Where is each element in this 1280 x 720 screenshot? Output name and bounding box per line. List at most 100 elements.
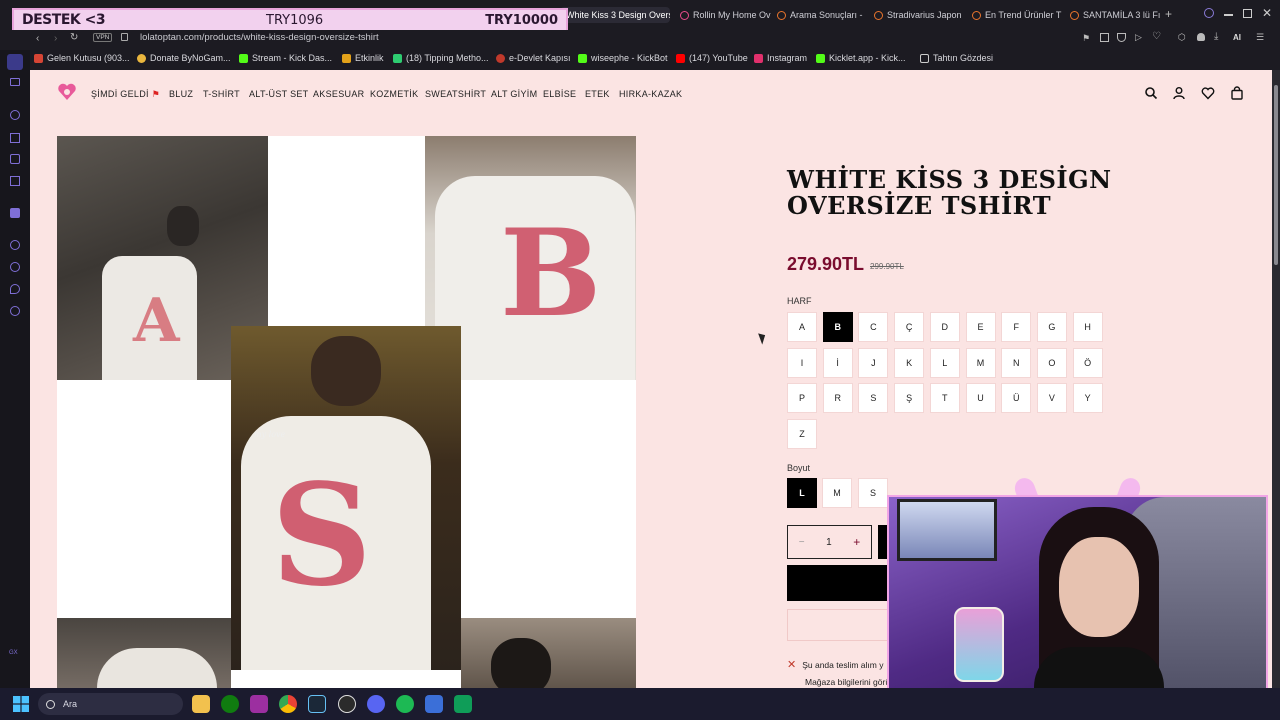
letter-option[interactable]: C	[858, 312, 889, 342]
xbox-icon[interactable]	[221, 695, 239, 713]
tab-white-kiss[interactable]: White Kiss 3 Design Overs	[560, 7, 670, 23]
buy-now-button[interactable]	[787, 565, 897, 601]
obs-icon[interactable]	[338, 695, 356, 713]
account-icon[interactable]	[1172, 86, 1186, 100]
cart-bag-icon[interactable]	[1230, 86, 1244, 100]
snapshot-icon[interactable]	[1100, 33, 1109, 42]
nav-elbise[interactable]: ELBİSE	[543, 89, 576, 99]
store-logo[interactable]	[57, 82, 77, 102]
file-explorer-icon[interactable]	[192, 695, 210, 713]
profile-icon[interactable]	[1197, 33, 1205, 41]
store-info-link[interactable]: Mağaza bilgilerini görü	[805, 677, 890, 687]
messages-icon[interactable]	[10, 78, 20, 86]
letter-option[interactable]: O	[1036, 347, 1067, 378]
bookmark-kickbot[interactable]: wiseephe - KickBot	[578, 53, 668, 63]
letter-option[interactable]: V	[1036, 383, 1067, 413]
mail-icon[interactable]	[10, 176, 20, 186]
nav-alt-giyim[interactable]: ALT GİYİM	[491, 89, 537, 99]
clock-icon[interactable]	[10, 262, 20, 272]
opera-gx-icon[interactable]	[250, 695, 268, 713]
bookmark-gmail[interactable]: Gelen Kutusu (903...	[34, 53, 130, 63]
shield-icon[interactable]	[1117, 33, 1126, 42]
nav-hirka-kazak[interactable]: HIRKA-KAZAK	[619, 89, 682, 99]
maximize-icon[interactable]	[1243, 9, 1252, 18]
bookmark-instagram[interactable]: Instagram	[754, 53, 807, 63]
letter-option[interactable]: B	[822, 312, 853, 342]
tab-stradivarius[interactable]: Stradivarius Japon	[874, 7, 966, 23]
settings-icon[interactable]	[10, 306, 20, 316]
extensions-icon[interactable]: ⬡	[1178, 32, 1186, 43]
tab-santamila[interactable]: SANTAMİLA 3 lü Fı	[1070, 7, 1160, 23]
download-icon[interactable]: ⤓	[1214, 31, 1218, 42]
nav-etek[interactable]: ETEK	[585, 89, 610, 99]
search-icon[interactable]	[1144, 86, 1158, 100]
vpn-badge[interactable]: VPN	[93, 33, 113, 42]
letter-option[interactable]: H	[1072, 312, 1103, 342]
scrollbar-thumb[interactable]	[1274, 85, 1278, 265]
close-window-icon[interactable]: ✕	[1262, 6, 1272, 20]
letter-option[interactable]: Z	[787, 418, 817, 449]
nav-simdi-geldi[interactable]: ŞİMDİ GELDİ ⚑	[91, 89, 160, 100]
quantity-value[interactable]: 1	[826, 537, 832, 548]
letter-option[interactable]: F	[1001, 312, 1032, 342]
chat-icon[interactable]	[10, 284, 20, 294]
letter-option[interactable]: Ç	[894, 312, 925, 342]
letter-option[interactable]: P	[787, 383, 817, 413]
size-option-m[interactable]: M	[822, 478, 852, 508]
product-photo-bottom-left[interactable]	[57, 618, 231, 688]
letter-option[interactable]: N	[1001, 347, 1032, 378]
letter-option[interactable]: U	[965, 383, 996, 413]
player-icon[interactable]	[10, 240, 20, 250]
spotify-icon[interactable]	[396, 695, 414, 713]
letter-option[interactable]: Ö	[1072, 347, 1103, 378]
bookmark-kick-stream[interactable]: Stream - Kick Das...	[239, 53, 332, 63]
quantity-increase-button[interactable]: +	[853, 535, 860, 549]
letter-option[interactable]: G	[1036, 312, 1067, 342]
tab-rollin[interactable]: Rollin My Home Ov	[680, 7, 775, 23]
bookmark-etkinlik[interactable]: Etkinlik	[342, 53, 384, 63]
nav-tshirt[interactable]: T-SHİRT	[203, 89, 240, 99]
nav-bluz[interactable]: BLUZ	[169, 89, 193, 99]
letter-option[interactable]: D	[929, 312, 960, 342]
letter-option[interactable]: E	[965, 312, 996, 342]
letter-option[interactable]: İ	[822, 347, 853, 378]
ai-button[interactable]: AI	[1233, 33, 1241, 42]
letter-option[interactable]: S	[858, 383, 889, 413]
bookmark-kicklet[interactable]: Kicklet.app - Kick...	[816, 53, 906, 63]
search-tabs-icon[interactable]	[1204, 8, 1214, 18]
heart-outline-icon[interactable]: ♡	[1152, 31, 1161, 42]
discord-icon[interactable]	[367, 695, 385, 713]
bookmark-edevlet[interactable]: e-Devlet Kapısı	[496, 53, 571, 63]
letter-option[interactable]: Ş	[894, 383, 925, 413]
letter-option[interactable]: L	[929, 347, 960, 378]
bookmark-donate[interactable]: Donate ByNoGam...	[137, 53, 231, 63]
product-photo-letter-s[interactable]: S my love	[231, 326, 461, 670]
bookmark-tipping[interactable]: (18) Tipping Metho...	[393, 53, 489, 63]
size-option-s[interactable]: S	[858, 478, 888, 508]
gx-icon[interactable]: GX	[9, 650, 18, 656]
wishlist-heart-icon[interactable]	[1201, 86, 1215, 100]
back-icon[interactable]: ‹	[36, 33, 39, 44]
letter-option[interactable]: M	[965, 347, 996, 378]
letter-option[interactable]: A	[787, 312, 817, 342]
letter-option[interactable]: Y	[1072, 383, 1103, 413]
letter-option[interactable]: R	[822, 383, 853, 413]
nav-alt-ust-set[interactable]: ALT-ÜST SET	[249, 89, 308, 99]
bookmark-tahtin[interactable]: Tahtın Gözdesi	[920, 53, 993, 63]
forward-icon[interactable]: ›	[54, 33, 57, 44]
bookmark-icon[interactable]: ⚑	[1082, 33, 1090, 44]
letter-option[interactable]: I	[787, 347, 817, 378]
windows-start-icon[interactable]	[13, 696, 29, 712]
tab-arama[interactable]: Arama Sonuçları -	[777, 7, 869, 23]
history-icon[interactable]	[10, 110, 20, 120]
instagram-sidebar-icon[interactable]	[10, 154, 20, 164]
minimize-icon[interactable]	[1224, 14, 1233, 16]
letter-option[interactable]: T	[929, 383, 960, 413]
url-field[interactable]: lolatoptan.com/products/white-kiss-desig…	[140, 32, 379, 43]
app-icon[interactable]	[425, 695, 443, 713]
taskbar-search[interactable]: Ara	[38, 693, 183, 715]
reload-icon[interactable]: ↻	[70, 32, 78, 43]
chrome-icon[interactable]	[279, 695, 297, 713]
nav-sweatshirt[interactable]: SWEATSHİRT	[425, 89, 486, 99]
play-icon[interactable]: ▷	[1135, 32, 1142, 43]
